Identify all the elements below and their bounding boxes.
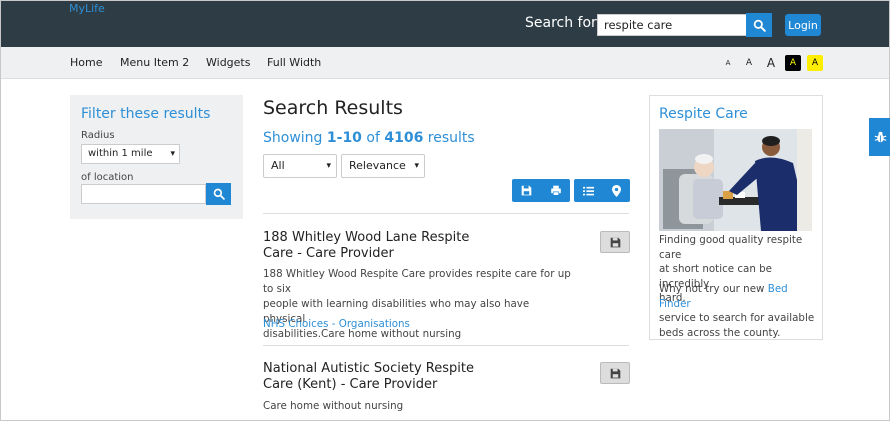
filter-title: Filter these results [81, 106, 211, 122]
nav-item-full-width[interactable]: Full Width [267, 56, 321, 69]
feedback-tab[interactable] [869, 118, 890, 156]
list-view-button[interactable] [574, 186, 602, 196]
list-icon [582, 186, 594, 195]
result-description: 188 Whitley Wood Respite Care provides r… [263, 267, 573, 342]
save-icon [610, 237, 620, 247]
sidebar-line: service to search for available [659, 312, 815, 324]
result-title-line: Care - Care Provider [263, 246, 394, 261]
sidebar-title: Respite Care [659, 106, 748, 122]
save-icon [610, 368, 620, 378]
page-title: Search Results [263, 97, 403, 119]
font-size-small-button[interactable]: A [720, 55, 736, 71]
result-description: Care home without nursing [263, 399, 573, 414]
font-size-medium-button[interactable]: A [741, 55, 757, 71]
filter-panel: Filter these results Radius within 1 mil… [70, 95, 243, 219]
view-toggle-group [574, 179, 630, 202]
main-nav: Home Menu Item 2 Widgets Full Width A A … [1, 47, 889, 79]
carer-photo [659, 129, 812, 231]
contrast-yellow-button[interactable]: A [807, 55, 823, 71]
search-button[interactable] [746, 13, 772, 37]
results-divider [263, 213, 629, 214]
font-size-large-button[interactable]: A [763, 55, 779, 71]
save-result-button[interactable] [600, 362, 630, 384]
count-total: 4106 [384, 130, 424, 146]
location-input[interactable] [81, 184, 206, 204]
contrast-dark-button[interactable]: A [785, 55, 801, 71]
result-desc-line: 188 Whitley Wood Respite Care provides r… [263, 268, 571, 295]
count-range: 1-10 [326, 130, 362, 146]
search-icon [213, 188, 225, 200]
sort-select[interactable]: Relevance [341, 154, 425, 178]
save-print-group [512, 179, 570, 202]
result-title-line: Care (Kent) - Care Provider [263, 377, 438, 392]
count-of: of [366, 130, 380, 146]
bug-icon [874, 131, 886, 143]
radius-label: Radius [81, 130, 115, 141]
sidebar-line: Finding good quality respite care [659, 234, 803, 261]
print-icon [550, 185, 561, 196]
save-icon [521, 185, 532, 196]
login-button[interactable]: Login [785, 14, 821, 36]
print-button[interactable] [541, 185, 570, 196]
site-logo[interactable]: MyLife [69, 2, 105, 15]
result-title[interactable]: National Autistic Society Respite Care (… [263, 361, 483, 393]
nav-item-home[interactable]: Home [70, 56, 102, 69]
result-title[interactable]: 188 Whitley Wood Lane Respite Care - Car… [263, 230, 483, 262]
nav-item-menu-2[interactable]: Menu Item 2 [120, 56, 189, 69]
save-results-button[interactable] [512, 185, 541, 196]
search-icon [753, 19, 766, 32]
location-label: of location [81, 172, 134, 183]
category-select[interactable]: All [263, 154, 337, 178]
sidebar-line-prefix: Why not try our new [659, 283, 765, 295]
sidebar-promo: Respite Care Finding good quality respit… [649, 95, 823, 340]
nav-item-widgets[interactable]: Widgets [206, 56, 250, 69]
result-desc-line: Care home without nursing [263, 400, 404, 412]
sidebar-line: Why not try our new Bed Finder [659, 282, 819, 311]
count-prefix: Showing [263, 130, 323, 146]
location-search-button[interactable] [206, 183, 231, 205]
results-divider [263, 345, 629, 346]
map-marker-icon [611, 184, 621, 197]
map-view-button[interactable] [602, 184, 630, 197]
results-count: Showing 1-10 of 4106 results [263, 130, 475, 146]
sidebar-paragraph: Why not try our new Bed Finder service t… [659, 282, 819, 340]
sidebar-line: beds across the county. [659, 326, 781, 339]
search-input[interactable]: respite care [597, 14, 747, 36]
top-header: MyLife Search for respite care Login [1, 1, 889, 47]
count-suffix: results [427, 130, 475, 146]
result-source-link[interactable]: NHS Choices - Organisations [263, 318, 410, 330]
save-result-button[interactable] [600, 231, 630, 253]
result-title-line: 188 Whitley Wood Lane Respite [263, 230, 470, 245]
radius-select[interactable]: within 1 mile [81, 144, 180, 164]
result-title-line: National Autistic Society Respite [263, 361, 474, 376]
search-label: Search for [525, 15, 597, 31]
